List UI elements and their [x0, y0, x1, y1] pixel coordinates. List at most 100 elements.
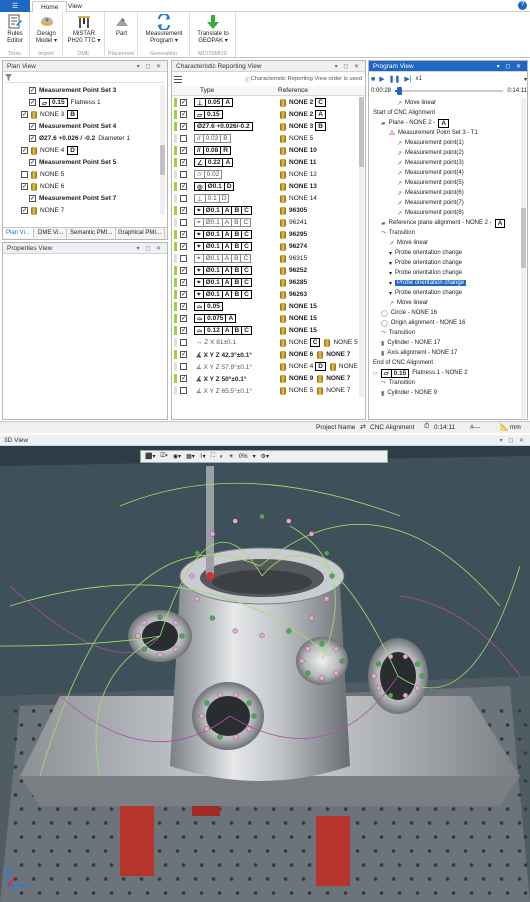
crv-scrollbar[interactable] [359, 97, 364, 397]
filter-icon[interactable] [5, 74, 12, 81]
path-display-icon[interactable]: ⌇▾ [200, 453, 206, 460]
crv-row[interactable]: ✓ ⌓ 0.075 A NONE 15 [174, 313, 360, 324]
row-checkbox[interactable] [180, 135, 187, 142]
program-item[interactable]: ▾ Probe orientation change [369, 278, 519, 288]
crv-row[interactable]: ⊥ 0.1 D NONE 14 [174, 193, 360, 204]
program-item[interactable]: ↗ Move linear [369, 98, 519, 108]
row-checkbox[interactable]: ✓ [180, 327, 187, 334]
row-checkbox[interactable]: ✓ [180, 267, 187, 274]
pause-icon[interactable]: ❚❚ [389, 75, 401, 83]
step-icon[interactable]: ▶| [404, 75, 411, 83]
crv-row[interactable]: ✓ ⌓ 0.12 A B C NONE 15 [174, 325, 360, 336]
app-menu-button[interactable]: ☰ [0, 0, 30, 12]
3d-view-panel[interactable]: 3D View ▾ ◻ ✕ ⬛▾ ⎚▾ ◉▾ ▦▾ ⌇▾ ⛶ ◐ ☀ 0% ▾ … [0, 435, 530, 902]
list-icon[interactable] [174, 75, 182, 83]
plan-view-item[interactable]: ✓ NONE 4D [21, 145, 78, 156]
item-checkbox[interactable]: ✓ [29, 195, 36, 202]
crv-row[interactable]: ↔ Z X 81±0.1 NONE C NONE 5 [174, 337, 360, 348]
section-icon[interactable]: ⎚▾ [160, 453, 167, 460]
program-item[interactable]: ▰ Plane - NONE 2 -A [369, 118, 519, 128]
plan-view-filter[interactable] [5, 74, 165, 83]
design-model-button[interactable]: Design Model ▾ [32, 14, 61, 45]
render-mode-icon[interactable]: ◐ [220, 454, 224, 460]
col-type[interactable]: Type [200, 87, 214, 94]
crv-row[interactable]: ✓ ⌖ Ø0.1 A B C 96263 [174, 289, 360, 300]
crv-row[interactable]: ∡ X Y Z 57.8°±0.1° NONE 4 D NONE 8 [174, 361, 363, 372]
row-checkbox[interactable]: ✓ [180, 351, 187, 358]
program-item[interactable]: ↗ Move linear [369, 298, 519, 308]
light-icon[interactable]: ☀ [229, 453, 234, 460]
program-item[interactable]: ▾ Probe orientation change [369, 268, 519, 278]
zoom-value[interactable]: 0% [239, 454, 248, 460]
program-item[interactable]: ▱ ▱ 0.15 Flatness 1 - NONE 2 [369, 368, 519, 378]
row-checkbox[interactable]: ✓ [180, 111, 187, 118]
tab-view[interactable]: View [60, 1, 90, 12]
plan-view-item[interactable]: ✓ Measurement Point Set 5 [29, 157, 116, 168]
program-item[interactable]: ↗ Measurement point(4) [369, 168, 519, 178]
timeline-slider[interactable] [395, 87, 504, 95]
tab-graphical-pmi[interactable]: Graphical PMI... [115, 228, 166, 238]
program-item[interactable]: ⤳ Transition [369, 228, 519, 238]
program-item[interactable]: ▮ Cylinder - NONE 9 [369, 388, 519, 398]
row-checkbox[interactable] [180, 339, 187, 346]
program-item[interactable]: ⤳ Transition [369, 378, 519, 388]
program-item[interactable]: ▮ Axis alignment - NONE 17 [369, 348, 519, 358]
program-view-scrollbar[interactable] [521, 98, 526, 418]
panel-controls-icon[interactable]: ▾ ◻ ✕ [335, 63, 361, 70]
plan-view-item[interactable]: ✓ NONE 7 [21, 205, 64, 216]
item-checkbox[interactable]: ✓ [29, 123, 36, 130]
crv-row[interactable]: ✓ ⌖ Ø0.1 A B C 96285 [174, 277, 360, 288]
tab-plan-view[interactable]: Plan Vi... [3, 228, 34, 238]
zoom-dropdown-icon[interactable]: ▾ [253, 453, 256, 460]
program-item[interactable]: ↗ Measurement point(6) [369, 188, 519, 198]
col-reference[interactable]: Reference [278, 87, 308, 94]
program-item[interactable]: ↗ Measurement point(3) [369, 158, 519, 168]
plan-view-item[interactable]: NONE 5 [21, 169, 64, 180]
program-item[interactable]: ▾ Probe orientation change [369, 248, 519, 258]
row-checkbox[interactable]: ✓ [180, 159, 187, 166]
row-checkbox[interactable]: ✓ [180, 207, 187, 214]
row-checkbox[interactable]: ✓ [180, 375, 187, 382]
row-checkbox[interactable]: ✓ [180, 231, 187, 238]
panel-controls-icon[interactable]: ▾ ◻ ✕ [137, 245, 163, 252]
plan-view-item[interactable]: ✓ ▱ 0.15 Flatness 1 [29, 97, 101, 108]
program-item[interactable]: ↗ Measurement point(7) [369, 198, 519, 208]
rules-editor-button[interactable]: Rules Editor [2, 14, 28, 45]
row-checkbox[interactable] [180, 219, 187, 226]
crv-row[interactable]: ⌭ 0.02 NONE 12 [174, 169, 360, 180]
crv-row[interactable]: //0.03 B NONE 5 [174, 133, 360, 144]
program-item[interactable]: ↗ Measurement point(5) [369, 178, 519, 188]
panel-controls-icon[interactable]: ▾ ◻ ✕ [497, 63, 523, 70]
program-item[interactable]: ⁂ Measurement Point Set 3 - T1 [369, 128, 519, 138]
plan-view-scrollbar[interactable] [160, 85, 165, 215]
crv-row[interactable]: ✓ ⊥ 0.05 A NONE 2C [174, 97, 360, 108]
item-checkbox[interactable]: ✓ [29, 135, 36, 142]
row-checkbox[interactable]: ✓ [180, 147, 187, 154]
crv-row[interactable]: ✓ ⌖ Ø0.1 A B C 96252 [174, 265, 360, 276]
crv-row[interactable]: ✓ Ø27.6 +0.026/-0.2 NONE 3B [174, 121, 360, 132]
program-item[interactable]: ↗ Measurement point(8) [369, 208, 519, 218]
row-checkbox[interactable]: ✓ [180, 279, 187, 286]
help-icon[interactable]: ? [518, 1, 527, 10]
program-item[interactable]: ⤳ Transition [369, 328, 519, 338]
crv-row[interactable]: ∡ X Y Z 65.5°±0.1° NONE 5 NONE 7 [174, 385, 360, 396]
item-checkbox[interactable]: ✓ [29, 87, 36, 94]
panel-controls-icon[interactable]: ▾ ◻ ✕ [137, 63, 163, 70]
program-item[interactable]: ↗ Measurement point(2) [369, 148, 519, 158]
crv-row[interactable]: ✓ ⌓ 0.05 NONE 15 [174, 301, 360, 312]
row-checkbox[interactable] [180, 363, 187, 370]
crv-row[interactable]: ✓ //0.08 R NONE 10 [174, 145, 360, 156]
panel-controls-icon[interactable]: ▾ ◻ ✕ [500, 437, 526, 444]
item-checkbox[interactable]: ✓ [21, 147, 28, 154]
measurement-program-button[interactable]: Measurement Program ▾ [140, 14, 188, 45]
program-item[interactable]: ↗ Measurement point(1) [369, 138, 519, 148]
plan-view-item[interactable]: ✓ Measurement Point Set 4 [29, 121, 116, 132]
program-item[interactable]: ◯ Origin alignment - NONE 16 [369, 318, 519, 328]
program-item[interactable]: ↗ Move linear [369, 238, 519, 248]
program-item[interactable]: ▰ Reference plane alignment - NONE 2 -A [369, 218, 519, 228]
tab-dme-view[interactable]: DME Vi... [35, 228, 68, 238]
plan-view-item[interactable]: ✓ NONE 3B [21, 109, 78, 120]
dme-display-icon[interactable]: ▦▾ [186, 453, 195, 460]
item-checkbox[interactable]: ✓ [21, 183, 28, 190]
crv-row[interactable]: ✓ ▱ 0.15 NONE 2A [174, 109, 360, 120]
